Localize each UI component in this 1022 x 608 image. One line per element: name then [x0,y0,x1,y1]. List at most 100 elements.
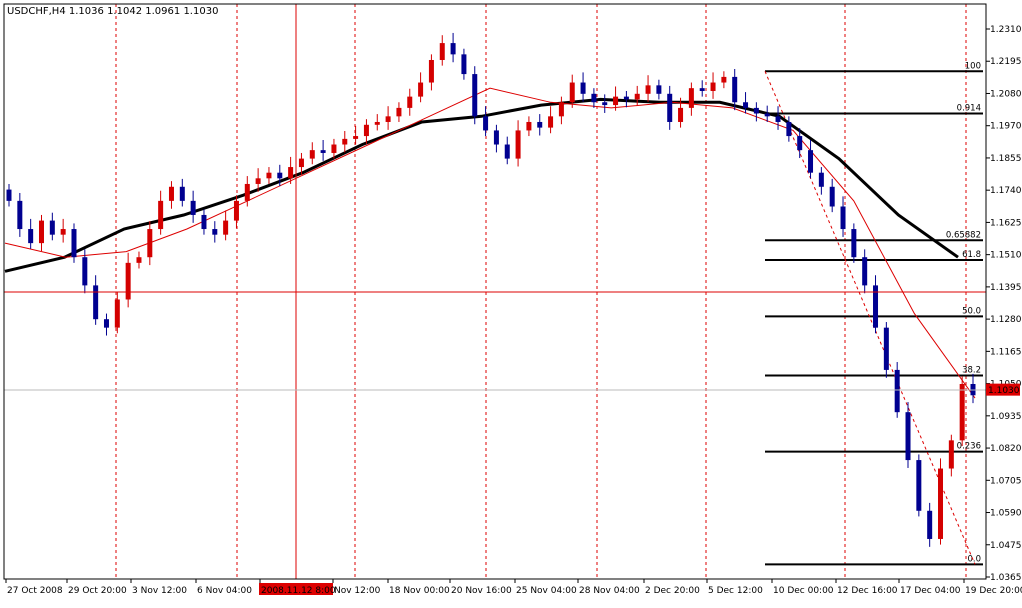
candle-body [179,186,185,201]
candle-body [916,460,922,511]
candle-body [645,85,651,94]
price-axis-label: 1.0590 [990,509,1022,519]
time-axis-label: 20 Nov 16:00 [451,586,512,596]
time-axis-label: Nov 12:00 [334,586,381,596]
price-axis-label: 1.1395 [990,283,1022,293]
candle-body [147,229,153,258]
candle-body [623,96,629,100]
candle-body [753,107,759,114]
candle-body [818,172,824,187]
candle-body [504,144,510,159]
current-price-label: 1.1030 [988,386,1020,396]
candle-body [38,220,44,244]
candle-body [309,150,315,159]
time-axis-label: 6 Nov 04:00 [197,586,252,596]
candle-body [17,200,23,230]
time-axis-label: 3 Nov 12:00 [132,586,187,596]
candle-body [775,116,781,122]
candle-body [927,510,933,539]
candle-body [526,121,532,131]
candle-body [49,220,55,235]
price-axis-label: 1.0820 [990,444,1022,454]
candle-body [797,136,803,151]
candle-body [428,59,434,83]
price-axis-label: 1.0935 [990,412,1022,422]
price-axis-label: 1.1855 [990,154,1022,164]
price-axis-label: 1.1510 [990,251,1022,261]
candle-body [407,96,413,108]
candle-body [450,43,456,55]
candle-body [125,262,131,300]
time-axis-label: 27 Oct 2008 [7,586,63,596]
candle-body [938,468,944,539]
candle-body [764,113,770,117]
candle-body [710,82,716,91]
chart-header: USDCHF,H4 1.1036 1.1042 1.0961 1.1030 [7,6,218,17]
candle-body [82,257,88,286]
candle-body [829,186,835,207]
candle-body [580,82,586,94]
candle-body [515,130,521,159]
candle-body [472,74,478,117]
candle-body [363,124,369,137]
time-axis-label: 25 Nov 04:00 [516,586,577,596]
candle-body [537,121,543,128]
candle-body [894,369,900,413]
candle-body [634,93,640,100]
time-axis-label: 18 Nov 00:00 [389,586,450,596]
price-axis-label: 1.1740 [990,186,1022,196]
price-axis-label: 1.1165 [990,347,1022,357]
fib-level-label: 100 [965,61,981,71]
candle-body [385,116,391,122]
candle-body [28,229,34,244]
candle-body [223,220,229,235]
candle-body [851,229,857,258]
candle-body [190,200,196,215]
candle-body [255,178,261,184]
candle-body [786,121,792,137]
candle-body [342,138,348,145]
candle-body [558,102,564,117]
candle-body [732,76,738,103]
candle-body [667,93,673,122]
candle-body [678,107,684,122]
fib-level-label: 0.65882 [946,230,981,240]
candle-body [353,136,359,139]
chart-window[interactable]: 100 0.914 0.65882 61.8 50.0 38.2 0.236 0.0 1.23… [0,0,1022,604]
candle-body [862,257,868,286]
candle-body [948,440,954,469]
candle-body [461,54,467,75]
candle-body [277,172,283,179]
price-axis-label: 1.0365 [990,573,1022,583]
candle-body [699,88,705,91]
time-axis-label: 29 Oct 20:00 [68,586,127,596]
candle-body [613,96,619,106]
candle-body [905,412,911,461]
candle-body [418,82,424,97]
price-axis-label: 1.1280 [990,315,1022,325]
candle-body [114,299,120,328]
candle-body [71,229,77,258]
time-axis-label-highlighted: 2008.11.12 8:00 [261,586,336,596]
candle-body [244,183,250,201]
fib-level-label: 61.8 [962,250,981,260]
candle-body [656,85,662,94]
candle-body [201,214,207,230]
fib-level-label: 38.2 [962,366,981,376]
candle-body [93,285,99,320]
candle-body [103,319,109,328]
time-axis-label: 12 Dec 16:00 [837,586,898,596]
candle-body [60,229,66,235]
price-chart[interactable]: 1000.9140.6588261.850.038.20.2360.0 1.23… [0,0,1022,604]
time-axis-label: 10 Dec 00:00 [773,586,834,596]
candle-body [6,189,12,201]
candle-body [266,172,272,179]
candle-body [688,88,694,108]
candle-body [298,158,304,168]
price-axis-label: 1.1625 [990,218,1022,228]
price-axis-label: 1.2310 [990,25,1022,35]
candle-body [840,206,846,230]
fib-level-label: 50.0 [962,306,981,316]
time-axis-label: 2 Dec 20:00 [645,586,700,596]
candle-body [288,167,294,179]
